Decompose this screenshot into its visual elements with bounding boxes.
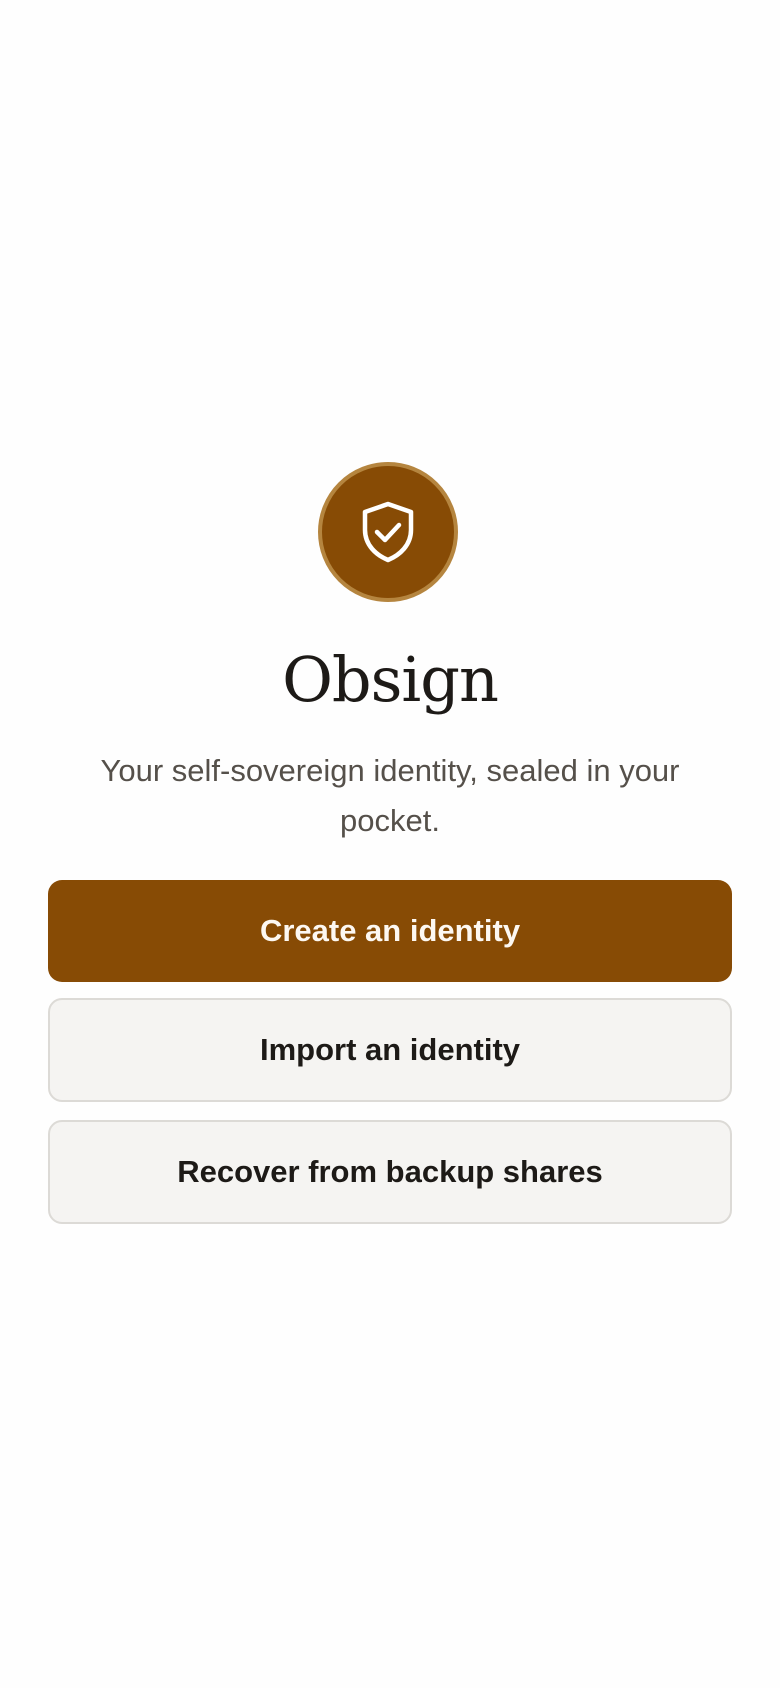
app-logo — [318, 462, 458, 602]
recover-backup-button[interactable]: Recover from backup shares — [48, 1120, 732, 1224]
app-tagline: Your self-sovereign identity, sealed in … — [100, 753, 680, 838]
create-identity-label: Create an identity — [259, 913, 521, 948]
import-identity-button[interactable]: Import an identity — [48, 998, 732, 1102]
recover-backup-label: Recover from backup shares — [177, 1154, 603, 1189]
create-identity-button[interactable]: Create an identity — [48, 880, 732, 982]
shield-check-icon — [360, 501, 416, 563]
welcome-screen: Obsign Your self-sovereign identity, sea… — [0, 0, 780, 1688]
app-title: Obsign — [282, 643, 499, 716]
import-identity-label: Import an identity — [259, 1032, 521, 1067]
